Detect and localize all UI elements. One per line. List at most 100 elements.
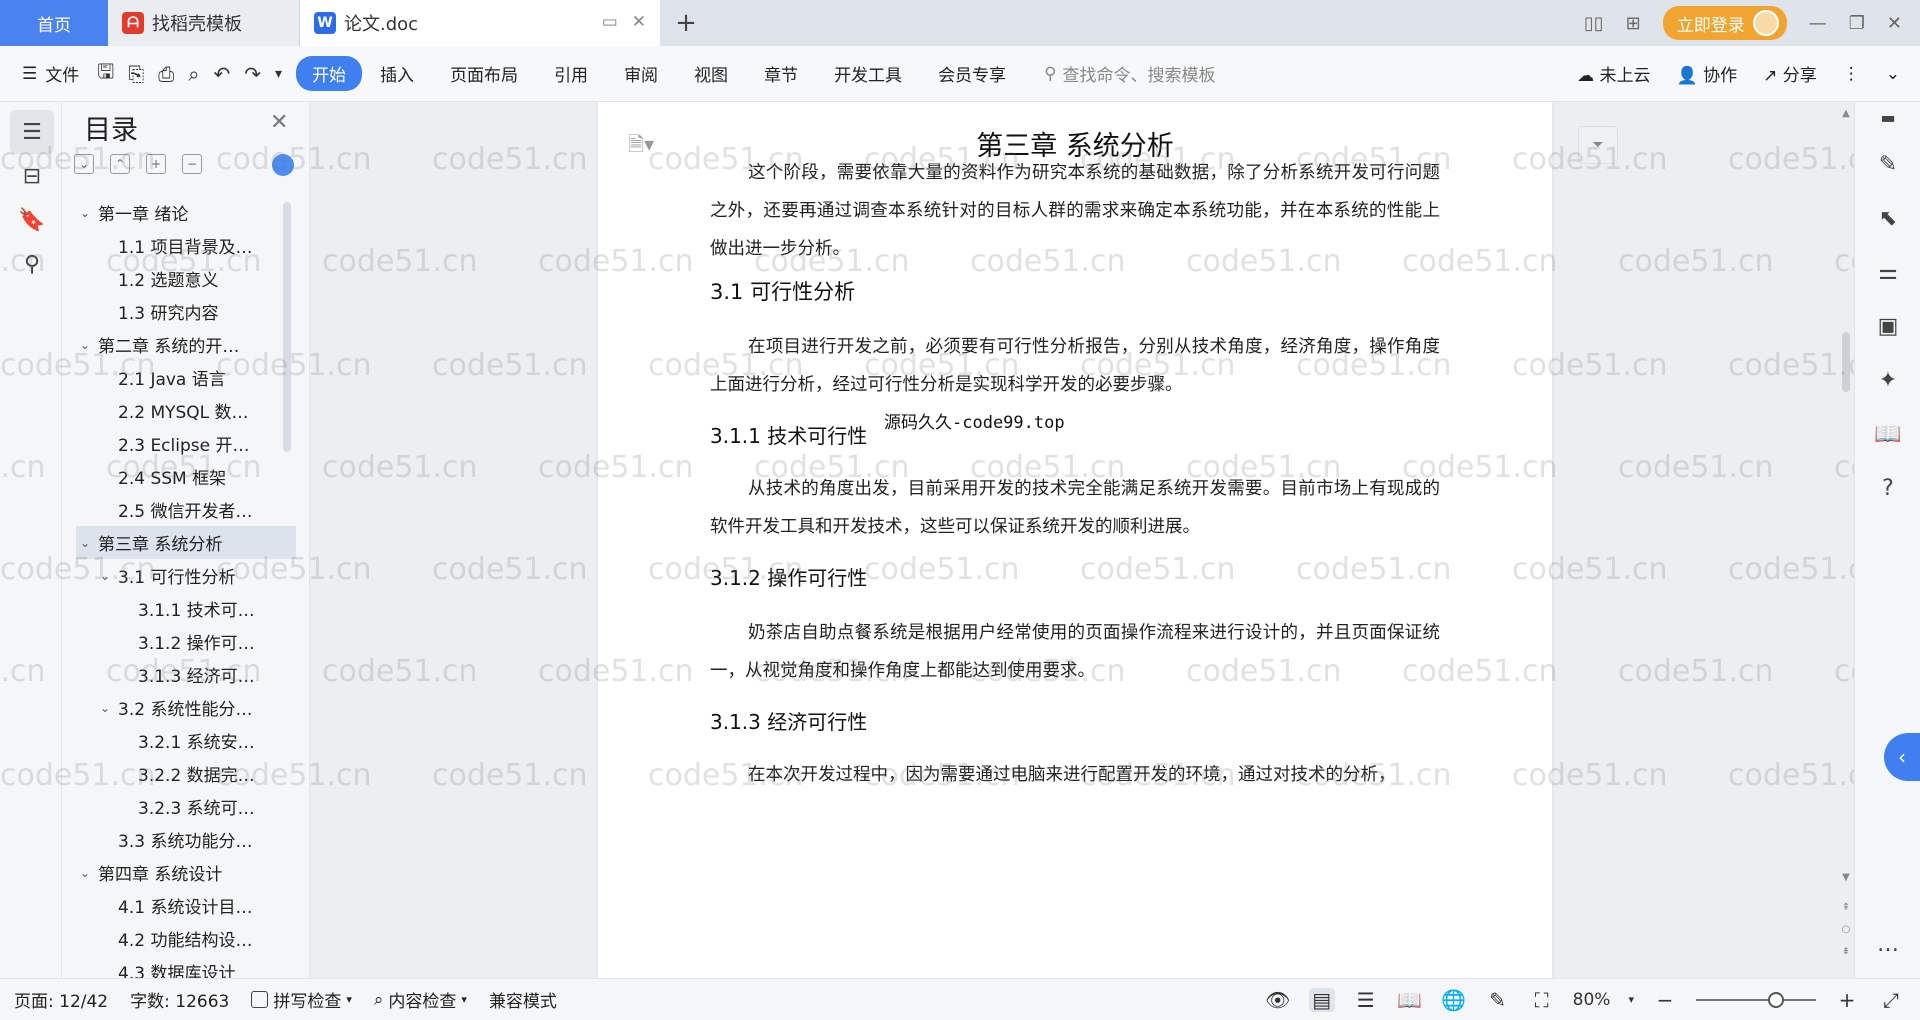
image-ai-icon[interactable]: ▣ (1873, 314, 1903, 339)
collapse-all-icon[interactable]: ⌃ (110, 154, 130, 174)
more-tools-icon[interactable]: … (1873, 932, 1903, 957)
window-close-icon[interactable]: ✕ (1887, 13, 1902, 34)
command-search[interactable]: ⚲ 查找命令、搜索模板 (1044, 61, 1215, 87)
toc-item[interactable]: ⌄ 3.2 系统性能分… (76, 691, 296, 724)
zoom-slider[interactable] (1696, 991, 1816, 1008)
style-icon[interactable]: ✦ (1873, 368, 1903, 393)
zoom-slider-knob[interactable] (1768, 991, 1784, 1008)
cloud-status-button[interactable]: ☁ 未上云 (1577, 61, 1650, 86)
toc-item[interactable]: 3.1.1 技术可… (76, 592, 296, 625)
zoom-in-icon[interactable]: + (1834, 988, 1860, 1012)
share-button[interactable]: ↗ 分享 (1763, 61, 1817, 86)
zoom-level[interactable]: 80% (1573, 990, 1611, 1010)
add-heading-icon[interactable]: + (146, 154, 166, 174)
select-browse-icon[interactable]: ○ (1838, 924, 1854, 935)
window-layout-icon[interactable]: ▯▯ (1584, 13, 1604, 34)
toc-expand-caret-icon[interactable]: ⌄ (76, 338, 94, 352)
save-icon[interactable]: 🖫 (97, 57, 114, 91)
find-icon[interactable]: ⚲ (10, 242, 54, 286)
tab-close-icon[interactable]: ✕ (632, 12, 646, 32)
toc-item[interactable]: 2.3 Eclipse 开… (76, 427, 296, 460)
toc-item[interactable]: 3.2.3 系统可… (76, 790, 296, 823)
remove-heading-icon[interactable]: − (182, 154, 202, 174)
tab-home[interactable]: 首页 (0, 0, 108, 46)
print-preview-icon[interactable]: ⌕ (188, 62, 199, 86)
minimize-icon[interactable]: — (1809, 13, 1827, 34)
toc-item[interactable]: 4.3 数据库设计 (76, 955, 296, 978)
tab-pin-icon[interactable]: ▭ (602, 12, 618, 32)
ribbon-tab[interactable]: 开始 (296, 56, 363, 91)
toc-item[interactable]: 1.1 项目背景及… (76, 229, 296, 262)
adjust-sliders-icon[interactable]: ⚌ (1873, 260, 1903, 285)
toc-item[interactable]: ⌄ 第一章 绪论 (76, 196, 296, 229)
tab-template[interactable]: ᗩ 找稻壳模板 (108, 0, 300, 46)
select-cursor-icon[interactable]: ⬉ (1873, 206, 1903, 231)
scroll-down-icon[interactable]: ▼ (1838, 872, 1854, 883)
toc-expand-caret-icon[interactable]: ⌄ (96, 701, 114, 715)
login-button[interactable]: 立即登录 (1662, 6, 1787, 40)
document-page[interactable]: 🗎▾ 第三章 系统分析 这个阶段，需要依靠大量的资料作为研究本系统的基础数据，除… (598, 102, 1552, 978)
toc-item[interactable]: ⌄ 3.1 可行性分析 (76, 559, 296, 592)
edit-pen-icon[interactable]: ✎ (1873, 152, 1903, 177)
fullscreen-icon[interactable]: ⤢ (1878, 988, 1904, 1012)
zoom-out-icon[interactable]: − (1652, 988, 1678, 1012)
new-tab-button[interactable]: + (660, 0, 712, 46)
ribbon-tab[interactable]: 会员专享 (920, 56, 1024, 91)
toc-item[interactable]: 2.4 SSM 框架 (76, 460, 296, 493)
expand-all-icon[interactable]: ⌄ (74, 154, 94, 174)
document-scrollbar[interactable]: ▲ ▼ ⇞ ○ ⇟ (1838, 102, 1854, 978)
spell-check-button[interactable]: 拼写检查 ▾ (251, 987, 352, 1012)
toc-item[interactable]: 3.2.2 数据完… (76, 757, 296, 790)
prev-page-icon[interactable]: ⇞ (1838, 902, 1854, 913)
ribbon-tab[interactable]: 视图 (676, 56, 746, 91)
print-icon[interactable]: ⎙ (158, 62, 174, 86)
toc-panel-icon[interactable]: ☰ (10, 110, 54, 154)
write-mode-icon[interactable]: ✎ (1485, 988, 1511, 1012)
collapse-floating-icon[interactable]: ⏷ (1578, 126, 1618, 164)
reader-mode-icon[interactable]: 📖 (1873, 422, 1903, 447)
collaborate-button[interactable]: 👤 协作 (1677, 61, 1738, 86)
apps-grid-icon[interactable]: ⊞ (1626, 13, 1641, 34)
tab-document[interactable]: W 论文.doc ▭ ✕ (300, 0, 660, 46)
page-counter[interactable]: 页面: 12/42 (14, 987, 108, 1012)
toc-item[interactable]: ⌄ 第三章 系统分析 (76, 526, 296, 559)
toc-item[interactable]: 2.5 微信开发者… (76, 493, 296, 526)
toc-item[interactable]: 4.1 系统设计目… (76, 889, 296, 922)
next-page-icon[interactable]: ⇟ (1838, 946, 1854, 957)
read-view-icon[interactable]: 📖 (1397, 988, 1423, 1012)
eye-protect-icon[interactable]: 👁 (1265, 988, 1291, 1012)
export-icon[interactable]: ⎘ (128, 62, 144, 86)
undo-icon[interactable]: ↶ (214, 62, 231, 86)
redo-icon[interactable]: ↷ (244, 62, 261, 86)
toc-item[interactable]: 1.3 研究内容 (76, 295, 296, 328)
toc-expand-caret-icon[interactable]: ⌄ (76, 866, 94, 880)
page-view-icon[interactable]: ▤ (1308, 987, 1335, 1012)
toc-item[interactable]: ⌄ 第二章 系统的开… (76, 328, 296, 361)
file-menu[interactable]: ☰ 文件 (0, 61, 97, 87)
toc-scrollbar[interactable] (283, 202, 291, 452)
content-check-button[interactable]: ⌕ 内容检查 ▾ (374, 987, 467, 1013)
toc-item[interactable]: 2.2 MYSQL 数… (76, 394, 296, 427)
toc-close-icon[interactable]: ✕ (270, 110, 288, 135)
toc-item[interactable]: 3.1.2 操作可… (76, 625, 296, 658)
scroll-up-icon[interactable]: ▲ (1838, 108, 1854, 119)
scrollbar-thumb[interactable] (1842, 332, 1850, 392)
toc-expand-caret-icon[interactable]: ⌄ (96, 569, 114, 583)
outline-view-icon[interactable]: ☰ (1353, 988, 1379, 1012)
bookmark-icon[interactable]: 🔖 (10, 198, 54, 242)
ribbon-tab[interactable]: 页面布局 (432, 56, 536, 91)
toc-item[interactable]: ⌄ 第四章 系统设计 (76, 856, 296, 889)
toc-item[interactable]: 4.2 功能结构设… (76, 922, 296, 955)
rail-up-icon[interactable]: ▬ (1873, 108, 1903, 127)
fit-page-icon[interactable]: ⛶ (1529, 988, 1555, 1012)
customize-toolbar-icon[interactable]: ▾ (275, 66, 282, 82)
collapse-ribbon-icon[interactable]: ⌄ (1886, 64, 1900, 84)
word-count[interactable]: 字数: 12663 (130, 987, 229, 1012)
ai-assistant-icon[interactable] (272, 154, 294, 176)
toc-item[interactable]: 3.3 系统功能分… (76, 823, 296, 856)
ribbon-tab[interactable]: 引用 (536, 56, 606, 91)
more-icon[interactable]: ⋮ (1843, 64, 1860, 84)
help-icon[interactable]: ? (1873, 476, 1903, 501)
ribbon-tab[interactable]: 审阅 (606, 56, 676, 91)
toc-expand-caret-icon[interactable]: ⌄ (76, 206, 94, 220)
